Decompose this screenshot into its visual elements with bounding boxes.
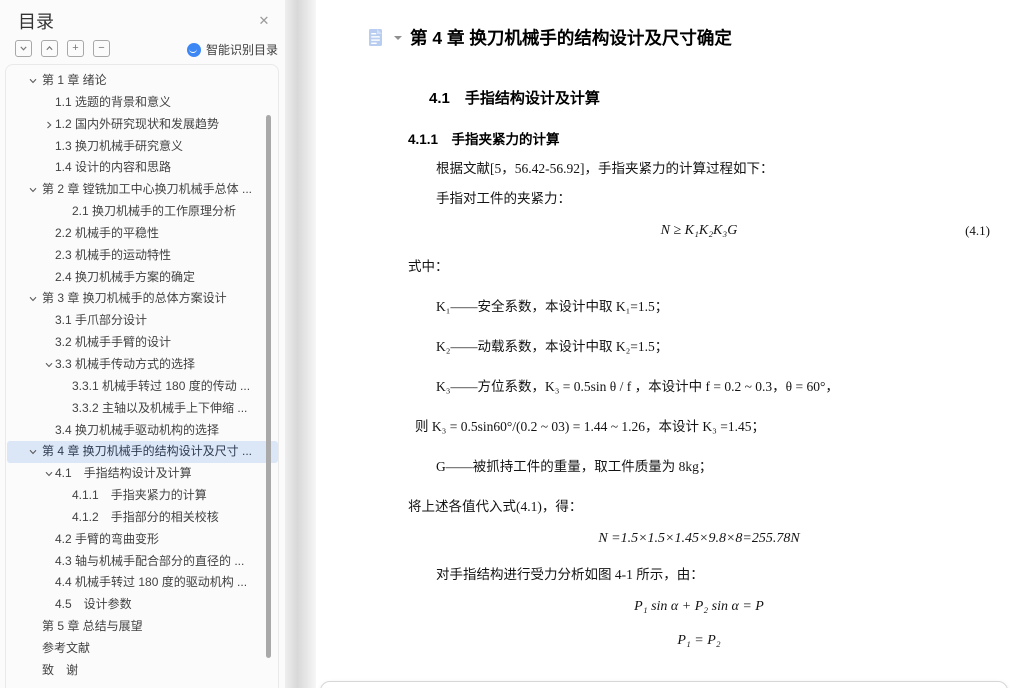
toc-sidebar: 目录 ✕ + − 智能识别目录 第 1 章 绪论 1.1 选题的背景和意义 1.2 …	[0, 0, 285, 688]
toc-tree: 第 1 章 绪论 1.1 选题的背景和意义 1.2 国内外研究现状和发展趋势 1.3 …	[0, 70, 285, 682]
heading-h1: 第 4 章 换刀机械手的结构设计及尺寸确定	[410, 28, 732, 48]
toc-item[interactable]: 3.3.1 机械手转过 180 度的传动 ...	[7, 376, 278, 398]
toc-item[interactable]: 3.4 换刀机械手驱动机构的选择	[7, 420, 278, 442]
paragraph: G——被抓持工件的重量，取工件质量为 8kg；	[436, 459, 713, 474]
close-icon[interactable]: ✕	[255, 12, 273, 30]
heading-h2: 4.1 手指结构设计及计算	[429, 90, 600, 107]
toc-item-label: 3.3 机械手传动方式的选择	[55, 356, 196, 371]
toc-scrollbar-thumb[interactable]	[266, 115, 271, 658]
toc-item[interactable]: 3.2 机械手手臂的设计	[7, 332, 278, 354]
toc-item-label: 2.1 换刀机械手的工作原理分析	[72, 204, 237, 219]
toc-item[interactable]: 1.2 国内外研究现状和发展趋势	[7, 114, 278, 136]
toc-item-label: 4.1 手指结构设计及计算	[55, 466, 192, 481]
toc-item[interactable]: 1.1 选题的背景和意义	[7, 92, 278, 114]
toc-item-label: 第 3 章 换刀机械手的总体方案设计	[42, 291, 227, 306]
toc-item[interactable]: 第 2 章 镗铣加工中心换刀机械手总体 ...	[7, 179, 278, 201]
toc-item-label: 2.2 机械手的平稳性	[55, 225, 160, 240]
toc-item-label: 1.1 选题的背景和意义	[55, 94, 172, 109]
toc-item[interactable]: 3.1 手爪部分设计	[7, 310, 278, 332]
toc-item[interactable]: 1.3 换刀机械手研究意义	[7, 136, 278, 158]
app-window: 目录 ✕ + − 智能识别目录 第 1 章 绪论 1.1 选题的背景和意义 1.2 …	[0, 0, 1024, 688]
toc-item-label: 4.4 机械手转过 180 度的驱动机构 ...	[55, 575, 248, 590]
chevron-down-icon[interactable]	[15, 40, 32, 57]
smart-recognize-toc-button[interactable]: 智能识别目录	[186, 41, 278, 58]
toc-item-label: 3.1 手爪部分设计	[55, 313, 148, 328]
toc-item-label: 1.4 设计的内容和思路	[55, 160, 172, 175]
toc-item-label: 1.3 换刀机械手研究意义	[55, 138, 184, 153]
toc-item-label: 致 谢	[42, 662, 79, 677]
toc-item[interactable]: 3.3 机械手传动方式的选择	[7, 354, 278, 376]
toc-item-label: 3.3.1 机械手转过 180 度的传动 ...	[72, 378, 251, 393]
toc-item-label: 第 5 章 总结与展望	[42, 619, 143, 634]
formula: N =1.5×1.5×1.45×9.8×8=255.78N	[408, 526, 990, 552]
toc-item-label: 4.5 设计参数	[55, 597, 132, 612]
toc-item[interactable]: 第 1 章 绪论	[7, 70, 278, 92]
toc-item-label: 第 2 章 镗铣加工中心换刀机械手总体 ...	[42, 182, 253, 197]
paragraph: K₁——安全系数，本设计中取 K₁=1.5；	[436, 299, 669, 314]
document-page: 第 4 章 换刀机械手的结构设计及尺寸确定 4.1 手指结构设计及计算 4.1.1 …	[316, 0, 1024, 688]
toc-item[interactable]: 4.2 手臂的弯曲变形	[7, 529, 278, 551]
toc-toolbar: + −	[15, 40, 110, 57]
toc-item[interactable]: 4.3 轴与机械手配合部分的直径的 ...	[7, 551, 278, 573]
paragraph: K₂——动载系数，本设计中取 K₂=1.5；	[436, 339, 669, 354]
toc-item[interactable]: 1.4 设计的内容和思路	[7, 157, 278, 179]
toc-item[interactable]: 4.1.1 手指夹紧力的计算	[7, 485, 278, 507]
formula-text: N ≥ K₁K₂K₃G	[660, 223, 738, 238]
bottom-floating-toolbar[interactable]	[320, 681, 1008, 688]
toc-item-label: 1.2 国内外研究现状和发展趋势	[55, 116, 220, 131]
toc-item[interactable]: 4.5 设计参数	[7, 594, 278, 616]
robot-icon	[186, 42, 201, 57]
toc-item-label: 3.2 机械手手臂的设计	[55, 335, 172, 350]
toc-item-label: 3.3.2 主轴以及机械手上下伸缩 ...	[72, 400, 248, 415]
paragraph: 根据文献[5，56.42-56.92]，手指夹紧力的计算过程如下：	[436, 161, 774, 176]
toc-item-label: 4.1.1 手指夹紧力的计算	[72, 488, 207, 503]
toc-item-label: 4.1.2 手指部分的相关校核	[72, 509, 219, 524]
document-content: 第 4 章 换刀机械手的结构设计及尺寸确定 4.1 手指结构设计及计算 4.1.1 …	[316, 26, 1024, 662]
toc-item[interactable]: 2.2 机械手的平稳性	[7, 223, 278, 245]
toc-item[interactable]: 3.3.2 主轴以及机械手上下伸缩 ...	[7, 398, 278, 420]
toc-item[interactable]: 4.1 手指结构设计及计算	[7, 463, 278, 485]
toc-item-label: 4.2 手臂的弯曲变形	[55, 531, 160, 546]
formula: N ≥ K₁K₂K₃G (4.1)	[408, 218, 990, 244]
toc-item[interactable]: 参考文献	[7, 638, 278, 660]
toc-item[interactable]: 第 5 章 总结与展望	[7, 616, 278, 638]
formula: P₁ sin α + P₂ sin α = P	[408, 594, 990, 620]
page-gutter-shadow	[285, 0, 316, 688]
paragraph: K₃——方位系数，K₃ = 0.5sin θ / f ，本设计中 f = 0.2…	[436, 379, 839, 394]
equation-number: (4.1)	[965, 223, 990, 238]
formula-text: P₁ = P₂	[677, 633, 721, 648]
toc-panel-title: 目录	[18, 12, 54, 32]
toc-item-label: 参考文献	[42, 640, 91, 655]
toc-item[interactable]: 2.1 换刀机械手的工作原理分析	[7, 201, 278, 223]
toc-item-label: 2.3 机械手的运动特性	[55, 247, 172, 262]
toc-item-label: 2.4 换刀机械手方案的确定	[55, 269, 196, 284]
toc-item[interactable]: 4.4 机械手转过 180 度的驱动机构 ...	[7, 572, 278, 594]
toc-item-label: 3.4 换刀机械手驱动机构的选择	[55, 422, 220, 437]
paragraph: 将上述各值代入式(4.1)，得：	[408, 499, 583, 514]
formula-text: P₁ sin α + P₂ sin α = P	[634, 599, 764, 614]
toc-item-label: 第 4 章 换刀机械手的结构设计及尺寸 ...	[42, 444, 253, 459]
toc-item-label: 第 1 章 绪论	[42, 73, 107, 87]
minus-icon[interactable]: −	[93, 40, 110, 57]
formula: P₁ = P₂	[408, 628, 990, 654]
formula-text: N =1.5×1.5×1.45×9.8×8=255.78N	[598, 531, 800, 546]
toc-item[interactable]: 第 3 章 换刀机械手的总体方案设计	[7, 288, 278, 310]
toc-item[interactable]: 2.4 换刀机械手方案的确定	[7, 267, 278, 289]
toc-item[interactable]: 第 4 章 换刀机械手的结构设计及尺寸 ...	[7, 441, 278, 464]
toc-item-label: 4.3 轴与机械手配合部分的直径的 ...	[55, 553, 245, 568]
toc-item[interactable]: 致 谢	[7, 660, 278, 682]
chevron-up-icon[interactable]	[41, 40, 58, 57]
heading-h3: 4.1.1 手指夹紧力的计算	[408, 132, 560, 147]
toc-item[interactable]: 4.1.2 手指部分的相关校核	[7, 507, 278, 529]
plus-icon[interactable]: +	[67, 40, 84, 57]
paragraph: 对手指结构进行受力分析如图 4-1 所示，由：	[436, 567, 704, 582]
paragraph: 则 K₃ = 0.5sin60°/(0.2 ~ 03) = 1.44 ~ 1.2…	[415, 419, 766, 434]
paragraph: 手指对工件的夹紧力：	[436, 191, 571, 206]
paragraph: 式中：	[408, 259, 449, 274]
toc-item[interactable]: 2.3 机械手的运动特性	[7, 245, 278, 267]
smart-recognize-label: 智能识别目录	[205, 43, 278, 57]
